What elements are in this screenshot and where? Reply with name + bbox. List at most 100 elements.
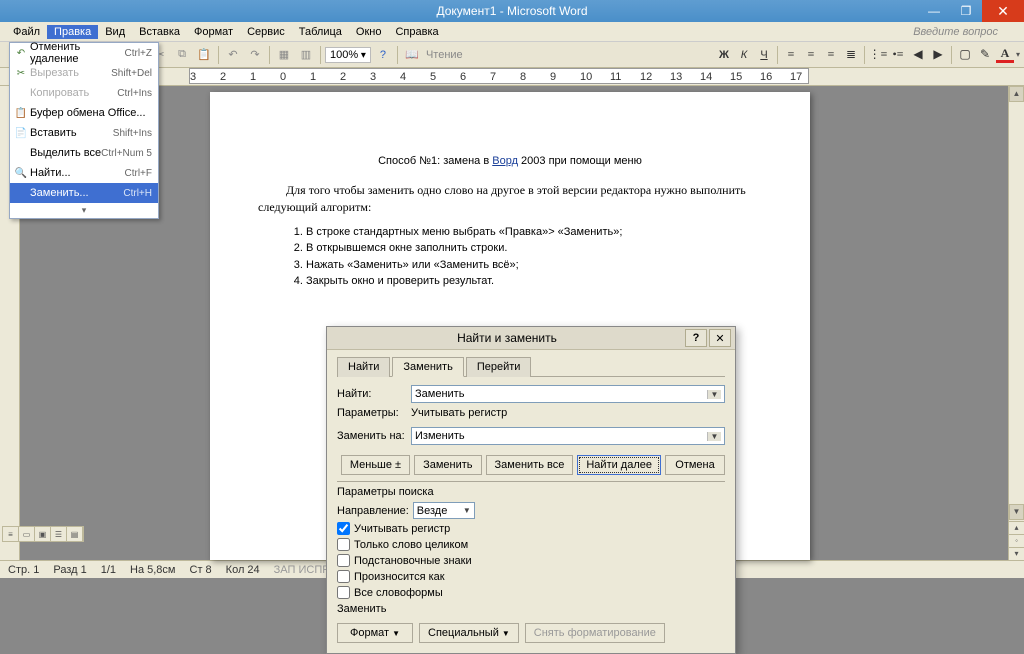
view-buttons: ≡ ▭ ▣ ☰ ▤ [2, 526, 84, 542]
search-options-header: Параметры поиска [337, 486, 725, 498]
format-button[interactable]: Формат ▼ [337, 623, 413, 643]
find-input[interactable]: Заменить▼ [411, 385, 725, 403]
align-right-icon[interactable]: ≡ [822, 46, 840, 64]
reading-layout-icon[interactable]: 📖 [402, 45, 422, 65]
tab-goto[interactable]: Перейти [466, 357, 532, 377]
special-button[interactable]: Специальный ▼ [419, 623, 519, 643]
justify-icon[interactable]: ≣ [842, 46, 860, 64]
list-item: В открывшемся окне заполнить строки. [306, 240, 762, 257]
checkbox[interactable] [337, 570, 350, 583]
vertical-scrollbar[interactable]: ▲ ▼ ▴ ◦ ▾ [1008, 86, 1024, 560]
print-view-icon[interactable]: ▣ [35, 527, 51, 541]
table-icon[interactable]: ▦ [274, 45, 294, 65]
help-icon[interactable]: ? [373, 45, 393, 65]
redo-icon[interactable]: ↷ [245, 45, 265, 65]
checkbox-label: Только слово целиком [354, 539, 468, 551]
edit-menu-item[interactable]: 🔍Найти...Ctrl+F [10, 163, 158, 183]
menu-file[interactable]: Файл [6, 25, 47, 39]
bullets-icon[interactable]: •≡ [889, 46, 907, 64]
dropdown-arrow-icon[interactable]: ▼ [707, 432, 721, 441]
edit-menu-item[interactable]: КопироватьCtrl+Ins [10, 83, 158, 103]
params-label: Параметры: [337, 407, 411, 419]
replace-section-header: Заменить [337, 603, 725, 615]
paste-icon[interactable]: 📋 [194, 45, 214, 65]
close-button[interactable]: ✕ [982, 0, 1024, 22]
reading-label[interactable]: Чтение [426, 49, 463, 61]
menu-view[interactable]: Вид [98, 25, 132, 39]
menu-table[interactable]: Таблица [292, 25, 349, 39]
checkbox-label: Произносится как [354, 571, 445, 583]
checkbox-label: Учитывать регистр [354, 523, 450, 535]
direction-label: Направление: [337, 505, 409, 517]
edit-menu-item[interactable]: ↶Отменить удалениеCtrl+Z [10, 43, 158, 63]
checkbox[interactable] [337, 538, 350, 551]
next-page-icon[interactable]: ▾ [1009, 547, 1024, 560]
menu-format[interactable]: Формат [187, 25, 240, 39]
italic-button[interactable]: К [735, 46, 753, 64]
direction-combo[interactable]: Везде▼ [413, 502, 475, 519]
chevron-down-icon[interactable]: ▾ [10, 203, 158, 218]
reading-view-icon[interactable]: ▤ [67, 527, 83, 541]
web-view-icon[interactable]: ▭ [19, 527, 35, 541]
edit-menu-item[interactable]: Заменить...Ctrl+H [10, 183, 158, 203]
align-left-icon[interactable]: ≡ [782, 46, 800, 64]
replace-input[interactable]: Изменить▼ [411, 427, 725, 445]
find-next-button[interactable]: Найти далее [577, 455, 661, 475]
edit-menu-item[interactable]: Выделить всеCtrl+Num 5 [10, 143, 158, 163]
find-label: Найти: [337, 388, 411, 400]
checkbox[interactable] [337, 522, 350, 535]
title-bar: Документ1 - Microsoft Word — ❐ ✕ [0, 0, 1024, 22]
edit-menu-item[interactable]: 📄ВставитьShift+Ins [10, 123, 158, 143]
menu-tools[interactable]: Сервис [240, 25, 292, 39]
minimize-button[interactable]: — [918, 0, 950, 22]
dialog-tabs: Найти Заменить Перейти [337, 356, 725, 377]
replace-all-button[interactable]: Заменить все [486, 455, 574, 475]
menu-help[interactable]: Справка [388, 25, 445, 39]
zoom-combo[interactable]: 100% ▾ [325, 47, 371, 63]
cancel-button[interactable]: Отмена [665, 455, 725, 475]
numbering-icon[interactable]: ⋮≡ [869, 46, 887, 64]
browse-object-icon[interactable]: ◦ [1009, 534, 1024, 547]
tab-replace[interactable]: Заменить [392, 357, 463, 377]
edit-menu-item[interactable]: 📋Буфер обмена Office... [10, 103, 158, 123]
undo-icon[interactable]: ↶ [223, 45, 243, 65]
scroll-up-icon[interactable]: ▲ [1009, 86, 1024, 102]
dialog-title: Найти и заменить [331, 331, 683, 345]
menu-bar: Файл Правка Вид Вставка Формат Сервис Та… [0, 22, 1024, 42]
clear-formatting-button[interactable]: Снять форматирование [525, 623, 665, 643]
borders-icon[interactable]: ▢ [956, 46, 974, 64]
decrease-indent-icon[interactable]: ◀ [909, 46, 927, 64]
font-color-button[interactable]: A [996, 47, 1014, 63]
list-item: Нажать «Заменить» или «Заменить всё»; [306, 257, 762, 274]
checkbox[interactable] [337, 586, 350, 599]
params-value: Учитывать регистр [411, 407, 507, 419]
increase-indent-icon[interactable]: ▶ [929, 46, 947, 64]
dialog-help-button[interactable]: ? [685, 329, 707, 347]
align-center-icon[interactable]: ≡ [802, 46, 820, 64]
dialog-close-button[interactable]: ✕ [709, 329, 731, 347]
replace-button[interactable]: Заменить [414, 455, 481, 475]
underline-button[interactable]: Ч [755, 46, 773, 64]
normal-view-icon[interactable]: ≡ [3, 527, 19, 541]
maximize-button[interactable]: ❐ [950, 0, 982, 22]
tab-find[interactable]: Найти [337, 357, 390, 377]
find-replace-dialog: Найти и заменить ? ✕ Найти Заменить Пере… [326, 326, 736, 654]
scroll-down-icon[interactable]: ▼ [1009, 504, 1024, 520]
highlight-icon[interactable]: ✎ [976, 46, 994, 64]
menu-window[interactable]: Окно [349, 25, 389, 39]
columns-icon[interactable]: ▥ [296, 45, 316, 65]
menu-insert[interactable]: Вставка [132, 25, 187, 39]
checkbox[interactable] [337, 554, 350, 567]
dialog-titlebar[interactable]: Найти и заменить ? ✕ [327, 327, 735, 350]
outline-view-icon[interactable]: ☰ [51, 527, 67, 541]
dropdown-arrow-icon[interactable]: ▼ [707, 390, 721, 399]
edit-menu-item[interactable]: ✂ВырезатьShift+Del [10, 63, 158, 83]
prev-page-icon[interactable]: ▴ [1009, 521, 1024, 534]
checkbox-label: Все словоформы [354, 587, 443, 599]
replace-label: Заменить на: [337, 430, 411, 442]
less-button[interactable]: Меньше ± [341, 455, 410, 475]
ask-question-box[interactable]: Введите вопрос [913, 26, 1018, 38]
copy-icon[interactable]: ⧉ [172, 45, 192, 65]
menu-edit[interactable]: Правка [47, 25, 98, 39]
bold-button[interactable]: Ж [715, 46, 733, 64]
